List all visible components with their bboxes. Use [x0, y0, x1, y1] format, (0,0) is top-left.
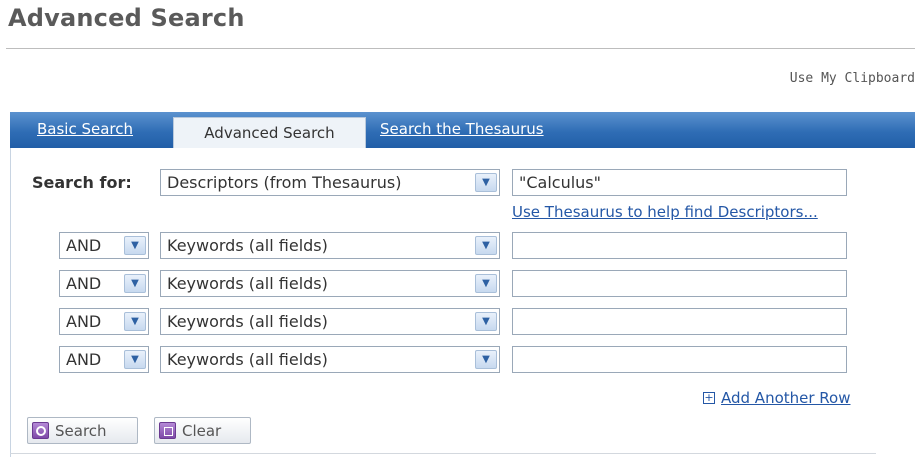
- add-another-row-link[interactable]: Add Another Row: [721, 389, 851, 407]
- operator-value: AND: [66, 350, 102, 369]
- add-another-row-control[interactable]: + Add Another Row: [703, 389, 851, 407]
- operator-select-1[interactable]: AND ▼: [59, 232, 149, 259]
- field-value: Keywords (all fields): [167, 236, 328, 255]
- operator-value: AND: [66, 274, 102, 293]
- chevron-down-icon[interactable]: ▼: [124, 274, 146, 293]
- operator-select-4[interactable]: AND ▼: [59, 346, 149, 373]
- clear-button-label: Clear: [182, 421, 222, 440]
- chevron-down-icon[interactable]: ▼: [475, 350, 497, 369]
- primary-search-input[interactable]: "Calculus": [512, 169, 847, 196]
- tab-advanced-search[interactable]: Advanced Search: [173, 117, 366, 149]
- search-icon: [32, 422, 49, 439]
- field-select-2[interactable]: Keywords (all fields) ▼: [160, 270, 500, 297]
- chevron-down-icon[interactable]: ▼: [124, 350, 146, 369]
- use-my-clipboard-link[interactable]: Use My Clipboard: [790, 71, 915, 86]
- operator-value: AND: [66, 236, 102, 255]
- search-button[interactable]: Search: [27, 417, 138, 444]
- field-select-3[interactable]: Keywords (all fields) ▼: [160, 308, 500, 335]
- search-term-input-1[interactable]: [512, 232, 847, 259]
- chevron-down-icon[interactable]: ▼: [124, 312, 146, 331]
- operator-value: AND: [66, 312, 102, 331]
- tab-search-thesaurus[interactable]: Search the Thesaurus: [380, 120, 544, 138]
- search-for-label: Search for:: [32, 173, 132, 192]
- field-select-1[interactable]: Keywords (all fields) ▼: [160, 232, 500, 259]
- field-value: Keywords (all fields): [167, 312, 328, 331]
- thesaurus-help-link[interactable]: Use Thesaurus to help find Descriptors..…: [512, 203, 818, 221]
- clear-icon: [159, 422, 176, 439]
- plus-box-icon[interactable]: +: [703, 392, 715, 404]
- field-value: Keywords (all fields): [167, 274, 328, 293]
- bottom-divider: [10, 453, 876, 454]
- tab-basic-search[interactable]: Basic Search: [37, 120, 133, 138]
- page-title: Advanced Search: [8, 4, 245, 32]
- search-tab-bar: Basic Search Advanced Search Search the …: [10, 112, 915, 149]
- chevron-down-icon[interactable]: ▼: [475, 173, 497, 192]
- search-term-input-4[interactable]: [512, 346, 847, 373]
- clear-button[interactable]: Clear: [154, 417, 251, 444]
- search-term-input-3[interactable]: [512, 308, 847, 335]
- primary-field-select[interactable]: Descriptors (from Thesaurus) ▼: [160, 169, 500, 196]
- operator-select-3[interactable]: AND ▼: [59, 308, 149, 335]
- search-button-label: Search: [55, 421, 107, 440]
- field-value: Keywords (all fields): [167, 350, 328, 369]
- title-divider: [6, 48, 915, 49]
- chevron-down-icon[interactable]: ▼: [475, 236, 497, 255]
- search-term-input-2[interactable]: [512, 270, 847, 297]
- chevron-down-icon[interactable]: ▼: [124, 236, 146, 255]
- chevron-down-icon[interactable]: ▼: [475, 274, 497, 293]
- field-select-4[interactable]: Keywords (all fields) ▼: [160, 346, 500, 373]
- chevron-down-icon[interactable]: ▼: [475, 312, 497, 331]
- operator-select-2[interactable]: AND ▼: [59, 270, 149, 297]
- primary-field-value: Descriptors (from Thesaurus): [167, 173, 402, 192]
